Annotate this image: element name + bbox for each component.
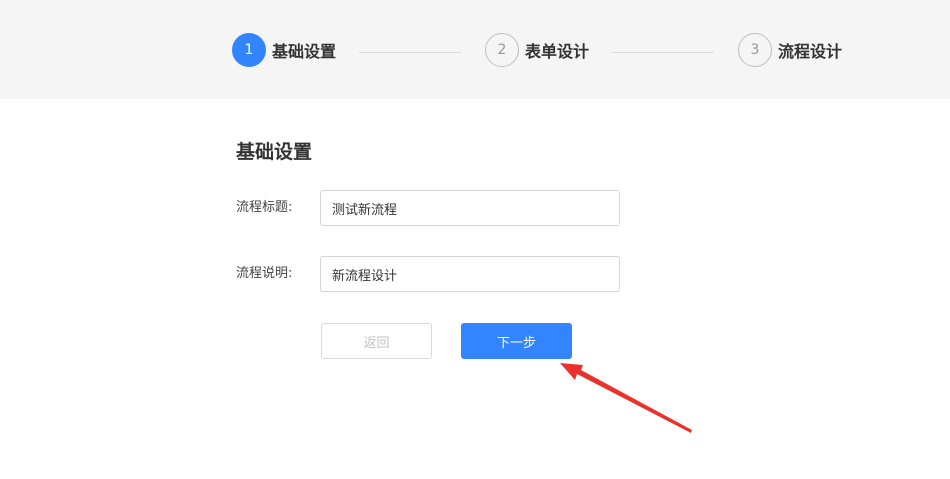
step-connector-1 [359, 52, 461, 53]
annotation-arrow-shape [560, 363, 692, 433]
step-1-number: 1 [232, 33, 266, 67]
next-step-button[interactable]: 下一步 [461, 323, 572, 359]
description-input[interactable] [320, 256, 620, 292]
step-1[interactable]: 1 基础设置 [232, 32, 336, 68]
step-3[interactable]: 3 流程设计 [738, 32, 842, 68]
step-1-label: 基础设置 [272, 42, 337, 61]
description-label: 流程说明: [236, 266, 293, 281]
title-input[interactable] [320, 190, 620, 226]
title-label: 流程标题: [236, 200, 293, 215]
step-3-number: 3 [738, 33, 772, 67]
step-3-label: 流程设计 [778, 42, 843, 61]
back-button[interactable]: 返回 [321, 323, 432, 359]
step-2[interactable]: 2 表单设计 [485, 32, 589, 68]
step-2-label: 表单设计 [525, 42, 590, 61]
step-2-number: 2 [485, 33, 519, 67]
step-connector-2 [612, 52, 714, 53]
section-title: 基础设置 [236, 141, 313, 163]
steps-bar: 1 基础设置 2 表单设计 3 流程设计 [0, 0, 950, 99]
